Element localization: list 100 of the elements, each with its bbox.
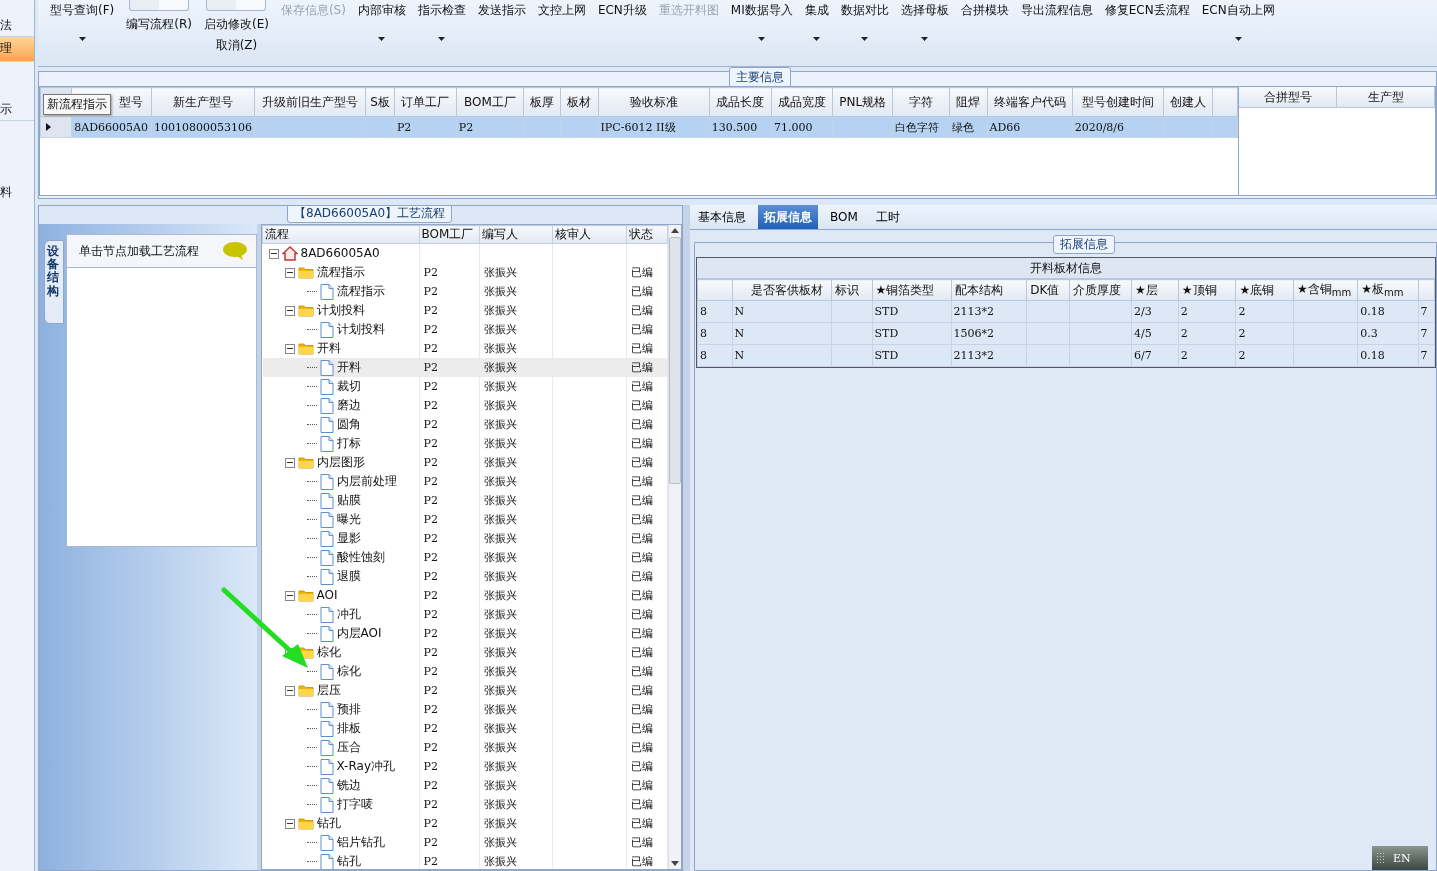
tree-node[interactable]: 曝光	[336, 510, 361, 529]
tree-node[interactable]: 棕化	[336, 662, 361, 681]
collapse-icon[interactable]	[284, 457, 295, 468]
toolbar-button[interactable]: 指示检查	[415, 0, 468, 21]
column-header[interactable]: 成品宽度	[771, 87, 833, 117]
tree-node[interactable]: 内层前处理	[336, 472, 397, 491]
tree-node[interactable]: 钻孔	[316, 814, 341, 833]
collapse-icon[interactable]	[284, 818, 295, 829]
tree-node[interactable]: 钻孔	[336, 852, 361, 869]
tree-node[interactable]: 流程指示	[316, 263, 365, 282]
column-header[interactable]: 型号创建时间	[1072, 87, 1164, 117]
column-header[interactable]: 字符	[892, 87, 950, 117]
tree-node[interactable]: 退膜	[336, 567, 361, 586]
toggle-switch[interactable]	[206, 0, 267, 11]
tree-node[interactable]: 预排	[336, 700, 361, 719]
caret-icon[interactable]	[921, 37, 929, 41]
toolbar-button[interactable]: 数据对比	[838, 0, 891, 21]
toolbar-button[interactable]: 发送指示	[475, 0, 528, 21]
toggle-switch[interactable]	[129, 0, 190, 11]
tree-node[interactable]: 开料	[336, 358, 361, 377]
column-header[interactable]: 合拼型号	[1239, 87, 1337, 107]
caret-icon[interactable]	[78, 37, 86, 41]
toolbar-button[interactable]: MI数据导入	[728, 0, 795, 21]
column-header[interactable]: 板材	[560, 87, 598, 117]
column-header[interactable]: 生产型	[1337, 87, 1435, 107]
toolbar-button[interactable]: 文控上网	[535, 0, 588, 21]
tree-node[interactable]: 压合	[336, 738, 361, 757]
tree-node[interactable]: 打字唛	[336, 795, 373, 814]
collapse-icon[interactable]	[284, 267, 295, 278]
column-header[interactable]: BOM工厂	[456, 87, 524, 117]
tree-node[interactable]: 铝片钻孔	[336, 833, 385, 852]
collapse-icon[interactable]	[268, 248, 279, 259]
tree-node[interactable]: 贴膜	[336, 491, 361, 510]
language-indicator[interactable]: EN	[1372, 846, 1428, 870]
toolbar-button[interactable]: 型号查询(F)	[48, 0, 117, 21]
toolbar-button[interactable]: 选择母板	[898, 0, 951, 21]
vertical-tab[interactable]: 设备结构	[44, 240, 64, 324]
toolbar-button[interactable]: 取消(Z)	[213, 35, 260, 56]
column-header[interactable]: 板厚	[523, 87, 561, 117]
column-header[interactable]: PNL规格	[832, 87, 893, 117]
tree-node[interactable]: 计划投料	[336, 320, 385, 339]
column-header[interactable]: 创建人	[1163, 87, 1213, 117]
toolbar-button[interactable]: 修复ECN丢流程	[1102, 0, 1192, 21]
nav-item[interactable]: 示	[0, 98, 34, 121]
scrollbar[interactable]	[668, 225, 681, 869]
toolbar-button[interactable]: 导出流程信息	[1018, 0, 1095, 21]
column-header[interactable]: S板	[365, 87, 395, 117]
scroll-up-icon[interactable]	[671, 228, 679, 233]
tree-node[interactable]: 裁切	[336, 377, 361, 396]
toolbar-button[interactable]: 内部审核	[355, 0, 408, 21]
column-header[interactable]: 新生产型号	[151, 87, 255, 117]
column-header[interactable]: 编写人	[479, 225, 553, 244]
tree-node[interactable]: 圆角	[336, 415, 361, 434]
column-header[interactable]: 核审人	[552, 225, 627, 244]
tree-node[interactable]: 开料	[316, 339, 341, 358]
caret-icon[interactable]	[1234, 37, 1242, 41]
tab[interactable]: 拓展信息	[758, 205, 818, 229]
column-header[interactable]: 升级前旧生产型号	[254, 87, 366, 117]
tree-node[interactable]: 内层图形	[316, 453, 365, 472]
toolbar-button[interactable]: ECN升级	[595, 0, 649, 21]
collapse-icon[interactable]	[284, 590, 295, 601]
tab[interactable]: BOM	[824, 205, 864, 229]
caret-icon[interactable]	[438, 37, 446, 41]
column-header[interactable]: 成品长度	[709, 87, 772, 117]
tree-node[interactable]: 计划投料	[316, 301, 365, 320]
column-header[interactable]: BOM工厂	[419, 225, 480, 244]
column-header[interactable]: 订单工厂	[394, 87, 457, 117]
collapse-icon[interactable]	[284, 685, 295, 696]
toolbar-button[interactable]: 合拼模块	[958, 0, 1011, 21]
tree-node[interactable]: 层压	[316, 681, 341, 700]
column-header[interactable]: 终端客户代码	[987, 87, 1073, 117]
caret-icon[interactable]	[758, 37, 766, 41]
nav-item[interactable]: 理	[0, 37, 34, 62]
tree-node[interactable]: 8AD66005A0	[300, 244, 380, 263]
tree-node[interactable]: 棕化	[316, 643, 341, 662]
collapse-icon[interactable]	[284, 305, 295, 316]
tree-node[interactable]: 排板	[336, 719, 361, 738]
tree-node[interactable]: 酸性蚀刻	[336, 548, 385, 567]
column-header[interactable]: 流程	[262, 225, 420, 244]
tree-node[interactable]: 冲孔	[336, 605, 361, 624]
toolbar-button[interactable]: 集成	[802, 0, 831, 21]
tab[interactable]: 基本信息	[692, 205, 752, 229]
collapse-icon[interactable]	[284, 343, 295, 354]
caret-icon[interactable]	[378, 37, 386, 41]
toolbar-button[interactable]: 编写流程(R)	[124, 14, 194, 35]
tree-node[interactable]: AOI	[316, 586, 338, 605]
toolbar-button[interactable]: 启动修改(E)	[201, 14, 271, 35]
column-header[interactable]: 阻焊	[949, 87, 987, 117]
tree-node[interactable]: X-Ray冲孔	[336, 757, 395, 776]
tree-node[interactable]: 内层AOI	[336, 624, 382, 643]
tree-node[interactable]: 显影	[336, 529, 361, 548]
column-header[interactable]: 状态	[626, 225, 668, 244]
scroll-down-icon[interactable]	[671, 861, 679, 866]
tree-node[interactable]: 打标	[336, 434, 361, 453]
caret-icon[interactable]	[813, 37, 821, 41]
tree-node[interactable]: 流程指示	[336, 282, 385, 301]
tree-node[interactable]: 磨边	[336, 396, 361, 415]
tab[interactable]: 工时	[869, 205, 906, 229]
tree-node[interactable]: 铣边	[336, 776, 361, 795]
caret-icon[interactable]	[861, 37, 869, 41]
